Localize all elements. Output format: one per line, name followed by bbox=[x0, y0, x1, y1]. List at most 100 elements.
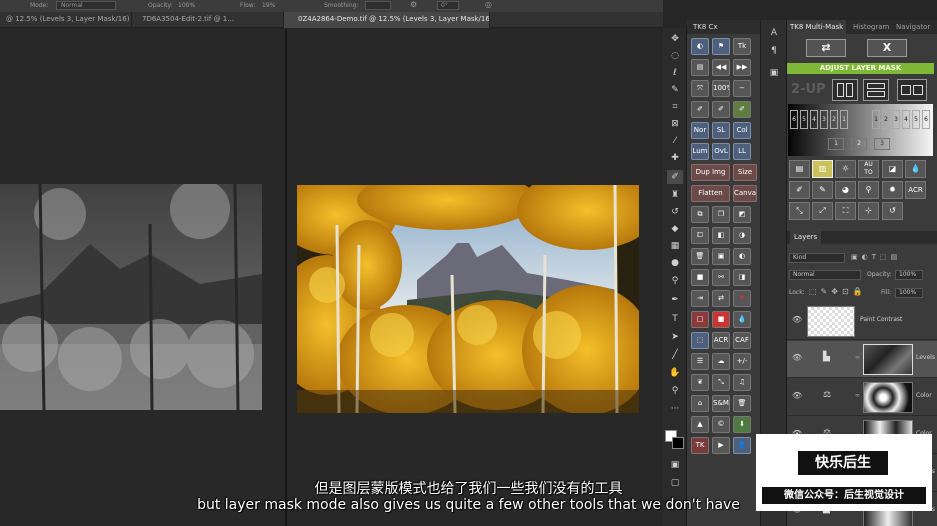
zoom-tool-icon[interactable]: ⚲ bbox=[667, 384, 683, 398]
hand-tool-icon[interactable]: ✋ bbox=[667, 366, 683, 380]
mm-frame-icon[interactable]: ⛶ bbox=[835, 202, 856, 220]
doc-tab-2[interactable]: 7D6A3504-Edit-2.tif @ 1... bbox=[132, 12, 284, 28]
cx-caf-button[interactable]: CAF bbox=[733, 332, 751, 349]
cx-swap-icon[interactable]: ⇄ bbox=[712, 290, 730, 307]
tab-tk8-multi-mask[interactable]: TK8 Multi-Mask bbox=[787, 20, 847, 34]
cx-brush-white-icon[interactable]: ✐ bbox=[712, 101, 730, 118]
paragraph-panel-icon[interactable]: ¶ bbox=[767, 44, 781, 58]
layout-horizontal-icon[interactable] bbox=[863, 79, 889, 101]
layer-mask-thumb[interactable] bbox=[863, 344, 913, 375]
visibility-eye-icon[interactable]: 👁 bbox=[792, 391, 802, 400]
layer-filter-icons[interactable]: ▣◐T⬚▤ bbox=[851, 253, 901, 261]
zone-key-dark-6[interactable]: 6 bbox=[790, 110, 798, 129]
layer-row-paint-contrast[interactable]: 👁 Paint Contrast bbox=[787, 303, 937, 340]
history-brush-tool-icon[interactable]: ↺ bbox=[667, 205, 683, 219]
cx-mode-sl[interactable]: SL bbox=[712, 122, 730, 139]
cx-layer-new-icon[interactable]: ⧉ bbox=[691, 206, 709, 223]
cx-black-fill-icon[interactable]: ■ bbox=[691, 269, 709, 286]
mm-drop-icon[interactable]: 💧 bbox=[905, 160, 926, 178]
cx-drop-icon[interactable]: 💧 bbox=[733, 311, 751, 328]
zone-mid-3[interactable]: 3 bbox=[874, 138, 890, 150]
layer-opacity-field[interactable]: 100% bbox=[895, 270, 923, 280]
zone-key-light-2[interactable]: 2 bbox=[882, 110, 890, 129]
zone-key-light-6[interactable]: 6 bbox=[922, 110, 930, 129]
zone-key-light-5[interactable]: 5 bbox=[912, 110, 920, 129]
cx-acr-button[interactable]: ACR bbox=[712, 332, 730, 349]
pen-tool-icon[interactable]: ✒ bbox=[667, 293, 683, 307]
blend-mode-select[interactable]: Normal bbox=[789, 270, 861, 280]
type-tool-icon[interactable]: T bbox=[667, 312, 683, 326]
cx-mask-icon[interactable]: ◐ bbox=[691, 38, 709, 55]
mask-link-icon[interactable]: ∞ bbox=[855, 392, 860, 399]
canvas-right[interactable] bbox=[287, 29, 663, 526]
zone-key-light-1[interactable]: 1 bbox=[872, 110, 880, 129]
cx-mode-col[interactable]: Col bbox=[733, 122, 751, 139]
lock-icons[interactable]: ⬚✎✥⊡🔒 bbox=[809, 287, 867, 296]
cx-sharpen-icon[interactable]: ⌂ bbox=[691, 395, 709, 412]
tab-histogram[interactable]: Histogram bbox=[853, 20, 889, 34]
mask-link-icon[interactable]: ∞ bbox=[855, 354, 860, 361]
crop-tool-icon[interactable]: ⌗ bbox=[667, 100, 683, 114]
cx-split-icon[interactable]: ◨ bbox=[733, 269, 751, 286]
mm-brush-icon[interactable]: ✐ bbox=[789, 181, 810, 199]
cx-close-icon[interactable]: ✕ bbox=[733, 290, 751, 307]
visibility-eye-icon[interactable]: 👁 bbox=[792, 315, 802, 324]
clone-stamp-tool-icon[interactable]: ♜ bbox=[667, 188, 683, 202]
zone-mid-1[interactable]: 1 bbox=[828, 138, 844, 150]
mm-curves-icon[interactable]: ▥ bbox=[812, 160, 833, 178]
swap-button[interactable]: ⇄ bbox=[806, 39, 846, 57]
move-tool-icon[interactable]: ✥ bbox=[667, 32, 683, 46]
cx-size-button[interactable]: Size bbox=[733, 164, 757, 181]
eyedropper-tool-icon[interactable]: ⁄ bbox=[667, 134, 683, 148]
smoothing-settings-icon[interactable]: ⚙ bbox=[410, 0, 417, 9]
mm-brush-white-icon[interactable]: ✎ bbox=[812, 181, 833, 199]
canvas-left[interactable] bbox=[0, 29, 285, 526]
cx-stamp-icon[interactable]: ▣ bbox=[712, 248, 730, 265]
cx-play-icon[interactable]: ▶ bbox=[712, 437, 730, 454]
mm-burst-icon[interactable]: ✹ bbox=[882, 181, 903, 199]
mm-mask-icon[interactable]: ◪ bbox=[882, 160, 903, 178]
dodge-tool-icon[interactable]: ⚲ bbox=[667, 274, 683, 288]
cx-mode-ovl[interactable]: OvL bbox=[712, 143, 730, 160]
cx-rewind-icon[interactable]: ◀◀ bbox=[712, 59, 730, 76]
mode-select[interactable]: Normal bbox=[56, 1, 116, 10]
layer-kind-filter[interactable]: Kind bbox=[789, 253, 845, 263]
cx-minus-icon[interactable]: − bbox=[733, 80, 751, 97]
doc-tab-1[interactable]: @ 12.5% (Levels 3, Layer Mask/16) * bbox=[0, 12, 132, 28]
cx-doc-icon[interactable]: ▤ bbox=[691, 59, 709, 76]
zone-key-dark-2[interactable]: 2 bbox=[830, 110, 838, 129]
cx-red-fill-icon[interactable]: ■ bbox=[712, 311, 730, 328]
lasso-tool-icon[interactable]: ℓ bbox=[667, 66, 683, 80]
cx-brush-black-icon[interactable]: ✐ bbox=[691, 101, 709, 118]
properties-panel-icon[interactable]: ▣ bbox=[767, 66, 781, 80]
mm-auto-button[interactable]: AU TO bbox=[858, 160, 879, 178]
blur-tool-icon[interactable]: ● bbox=[667, 256, 683, 270]
cx-copyright-icon[interactable]: © bbox=[712, 416, 730, 433]
mm-blur-icon[interactable]: ◕ bbox=[835, 181, 856, 199]
cx-zoom-100-button[interactable]: 100% bbox=[712, 80, 730, 97]
cx-tk-button[interactable]: TK bbox=[691, 437, 709, 454]
healing-tool-icon[interactable]: ✚ bbox=[667, 151, 683, 165]
opacity-value[interactable]: 100% bbox=[178, 2, 195, 9]
zone-mid-2[interactable]: 2 bbox=[851, 138, 867, 150]
cx-enter-icon[interactable]: ⇥ bbox=[691, 290, 709, 307]
frame-tool-icon[interactable]: ⊠ bbox=[667, 117, 683, 131]
layout-side-by-side-icon[interactable] bbox=[897, 79, 927, 101]
zone-key-dark-4[interactable]: 4 bbox=[810, 110, 818, 129]
cx-layers-icon[interactable]: ☰ bbox=[691, 353, 709, 370]
cx-mode-nor[interactable]: Nor bbox=[691, 122, 709, 139]
path-select-tool-icon[interactable]: ➤ bbox=[667, 330, 683, 344]
mm-expand-icon[interactable]: ⤡ bbox=[789, 202, 810, 220]
background-color-swatch[interactable] bbox=[672, 437, 684, 449]
mm-brightness-icon[interactable]: ☼ bbox=[835, 160, 856, 178]
two-up-label[interactable]: 2-UP bbox=[791, 82, 826, 97]
cx-invert-icon[interactable]: ◧ bbox=[712, 227, 730, 244]
mm-contract-icon[interactable]: ⤢ bbox=[812, 202, 833, 220]
angle-field[interactable]: 0° bbox=[437, 1, 459, 10]
tab-navigator[interactable]: Navigator bbox=[896, 20, 930, 34]
layer-row-levels-selected[interactable]: 👁 ▙ ∞ Levels bbox=[787, 341, 937, 378]
cx-mode-lum[interactable]: Lum bbox=[691, 143, 709, 160]
cx-user-icon[interactable]: 👤 bbox=[733, 437, 751, 454]
visibility-eye-icon[interactable]: 👁 bbox=[792, 353, 802, 362]
rectangle-tool-icon[interactable]: ╱ bbox=[667, 348, 683, 362]
